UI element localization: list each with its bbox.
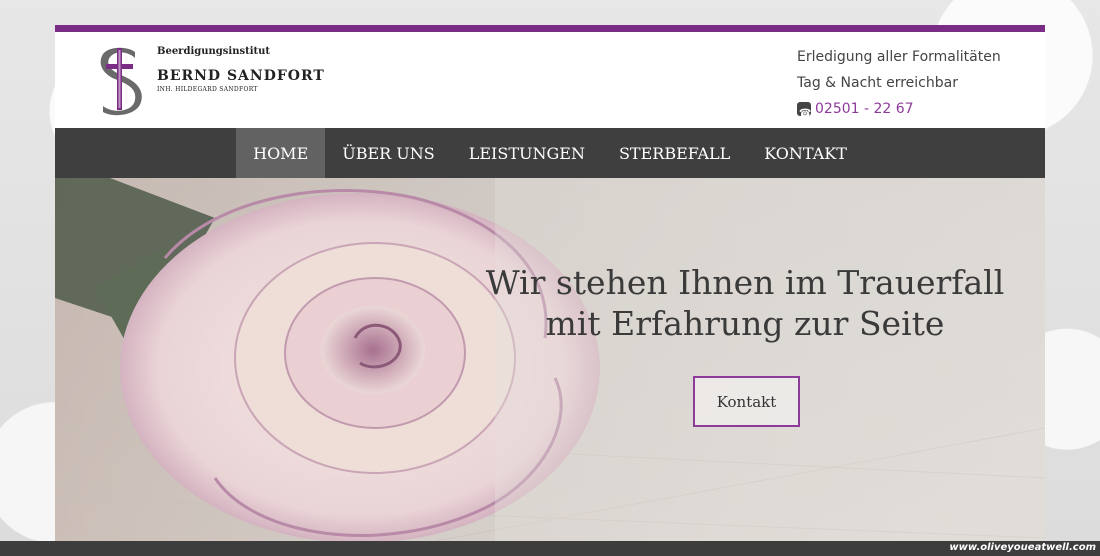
phone-number: 02501 - 22 67: [815, 101, 914, 117]
page-container: Beerdigungsinstitut BERND SANDFORT INH. …: [55, 25, 1045, 556]
brand-subtitle: Beerdigungsinstitut: [157, 46, 271, 57]
nav-item-sterbefall[interactable]: STERBEFALL: [602, 128, 747, 178]
top-accent-bar: [55, 25, 1045, 32]
header-info: Erledigung aller Formalitäten Tag & Nach…: [797, 44, 1001, 127]
hero-title-line2: mit Erfahrung zur Seite: [545, 304, 945, 343]
bottom-bar: [0, 541, 1100, 556]
phone-icon: [797, 101, 811, 127]
info-formalities: Erledigung aller Formalitäten: [797, 49, 1001, 65]
hero-section: Wir stehen Ihnen im Trauerfall mit Erfah…: [55, 178, 1045, 556]
hero-title-line1: Wir stehen Ihnen im Trauerfall: [485, 263, 1005, 302]
nav-item-kontakt[interactable]: KONTAKT: [747, 128, 864, 178]
hero-title: Wir stehen Ihnen im Trauerfall mit Erfah…: [475, 262, 1015, 344]
nav-item-leistungen[interactable]: LEISTUNGEN: [452, 128, 602, 178]
watermark: www.oliveyoueatwell.com: [949, 542, 1096, 553]
brand-name[interactable]: BERND SANDFORT: [157, 68, 325, 84]
phone-link[interactable]: 02501 - 22 67: [797, 96, 914, 127]
info-phone-line: 02501 - 22 67: [797, 96, 1001, 127]
site-header: Beerdigungsinstitut BERND SANDFORT INH. …: [55, 32, 1045, 128]
nav-item-ueber-uns[interactable]: ÜBER UNS: [325, 128, 452, 178]
logo-icon[interactable]: [97, 46, 143, 116]
rose-image: [55, 178, 1045, 556]
info-availability: Tag & Nacht erreichbar: [797, 75, 958, 91]
brand-owner: INH. HILDEGARD SANDFORT: [157, 86, 258, 93]
nav-item-home[interactable]: HOME: [236, 128, 326, 178]
contact-button[interactable]: Kontakt: [693, 376, 800, 427]
main-nav: HOME ÜBER UNS LEISTUNGEN STERBEFALL KONT…: [55, 128, 1045, 178]
